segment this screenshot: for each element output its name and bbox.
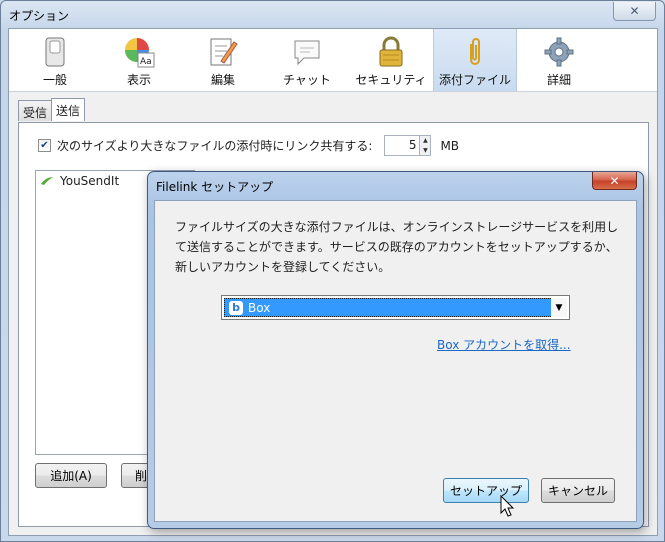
gear-icon [543, 36, 575, 68]
box-logo-icon: b [229, 300, 243, 315]
link-share-label: 次のサイズより大きなファイルの添付時にリンク共有する: [57, 139, 373, 153]
yousendit-icon [41, 177, 53, 185]
add-button[interactable]: 追加(A) [35, 463, 107, 488]
options-toolbar: 一般 Aa 表示 編集 チャット セキュリティ 添付ファイル 詳細 [9, 29, 657, 92]
provider-name: Box [248, 300, 271, 315]
tab-compose-label: 編集 [210, 73, 235, 87]
tab-receive[interactable]: 受信 [18, 100, 53, 121]
tab-display-label: 表示 [126, 73, 151, 87]
link-share-row: ✔ 次のサイズより大きなファイルの添付時にリンク共有する: 5 ▲ ▼ MB [38, 135, 459, 156]
window-close-button[interactable]: ✕ [613, 2, 656, 21]
size-unit: MB [440, 138, 460, 153]
spin-up-button[interactable]: ▲ [420, 136, 431, 146]
color-font-icon: Aa [123, 36, 155, 68]
account-name: YouSendIt [60, 174, 120, 188]
attachments-subtabs: 受信 送信 [18, 98, 86, 121]
tab-chat[interactable]: チャット [265, 29, 349, 91]
dialog-title: Filelink セットアップ [156, 180, 274, 194]
provider-select[interactable]: b Box ▼ [221, 295, 570, 320]
tab-security-label: セキュリティ [355, 73, 427, 87]
size-spinner: 5 ▲ ▼ [384, 135, 432, 156]
spinner-buttons: ▲ ▼ [420, 135, 432, 156]
tab-advanced-label: 詳細 [546, 73, 571, 87]
svg-text:Aa: Aa [140, 57, 152, 67]
tab-attachments[interactable]: 添付ファイル [433, 29, 517, 91]
setup-button[interactable]: セットアップ [443, 478, 529, 503]
general-switch-icon [39, 36, 71, 68]
edit-document-icon [207, 36, 239, 68]
tab-security[interactable]: セキュリティ [349, 29, 433, 91]
size-input[interactable]: 5 [384, 135, 421, 156]
get-box-account-link[interactable]: Box アカウントを取得... [437, 336, 571, 353]
window-title: オプション [9, 9, 70, 23]
tab-send[interactable]: 送信 [51, 98, 86, 121]
link-share-checkbox[interactable]: ✔ [38, 139, 51, 152]
spin-down-button[interactable]: ▼ [420, 145, 431, 155]
tab-general[interactable]: 一般 [13, 29, 97, 91]
dialog-body: ファイルサイズの大きな添付ファイルは、オンラインストレージサービスを利用して送信… [154, 200, 637, 522]
provider-selected-option: b Box [224, 298, 567, 317]
filelink-setup-dialog: Filelink セットアップ ✕ ファイルサイズの大きな添付ファイルは、オンラ… [147, 171, 644, 529]
padlock-icon [375, 36, 407, 68]
tab-display[interactable]: Aa 表示 [97, 29, 181, 91]
tab-chat-label: チャット [283, 73, 331, 87]
tab-attachments-label: 添付ファイル [438, 73, 511, 87]
mouse-pointer-icon [500, 495, 515, 517]
chevron-down-icon[interactable]: ▼ [551, 298, 567, 317]
cancel-button[interactable]: キャンセル [541, 478, 615, 503]
dialog-description: ファイルサイズの大きな添付ファイルは、オンラインストレージサービスを利用して送信… [175, 220, 619, 274]
tab-general-label: 一般 [42, 73, 67, 87]
tab-compose[interactable]: 編集 [181, 29, 265, 91]
paperclip-icon [459, 36, 491, 68]
tab-advanced[interactable]: 詳細 [517, 29, 601, 91]
dialog-close-button[interactable]: ✕ [592, 172, 637, 190]
chat-bubble-icon [291, 36, 323, 68]
